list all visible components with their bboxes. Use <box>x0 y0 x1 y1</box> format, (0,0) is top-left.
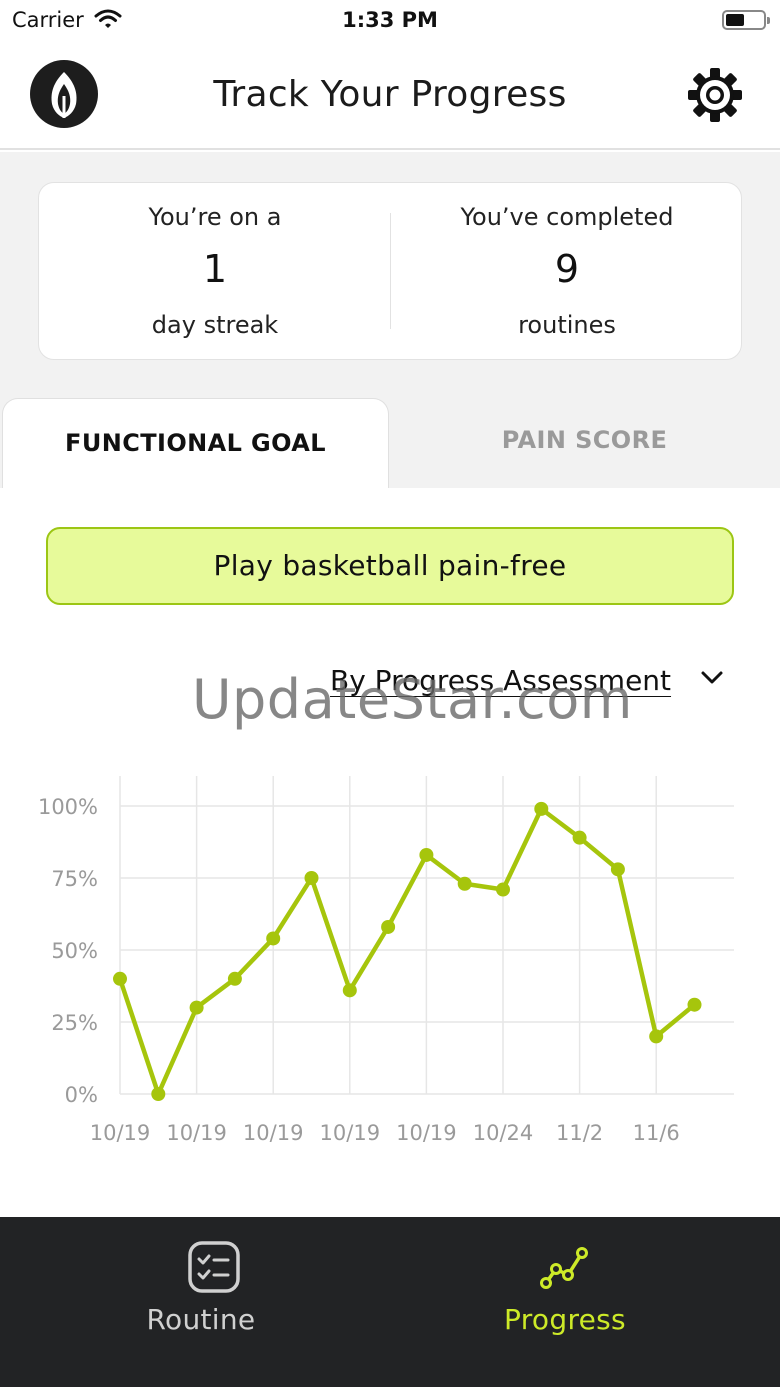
data-point <box>649 1029 664 1044</box>
page-title: Track Your Progress <box>213 74 567 115</box>
completed-suffix: routines <box>518 311 616 339</box>
data-point <box>419 847 434 862</box>
data-point <box>227 971 242 986</box>
completed-stat: You’ve completed 9 routines <box>391 183 743 361</box>
data-point <box>113 971 127 986</box>
data-point <box>457 876 472 891</box>
data-point <box>534 801 549 816</box>
y-tick-label: 100% <box>38 795 98 819</box>
tab-functional-goal[interactable]: FUNCTIONAL GOAL <box>2 398 389 488</box>
data-point <box>266 931 281 946</box>
data-point <box>151 1087 166 1101</box>
streak-prefix: You’re on a <box>148 203 282 231</box>
checklist-icon <box>188 1241 240 1293</box>
data-point <box>189 1000 204 1015</box>
status-bar: Carrier 1:33 PM <box>0 0 780 44</box>
completed-count: 9 <box>554 247 580 291</box>
progress-chart-icon <box>540 1247 588 1289</box>
functional-goal-panel: Play basketball pain-free By Progress As… <box>0 488 780 1217</box>
x-tick-label: 11/6 <box>633 1121 680 1145</box>
streak-count: 1 <box>202 247 228 291</box>
x-tick-label: 10/19 <box>166 1121 227 1145</box>
streak-stat: You’re on a 1 day streak <box>39 183 391 361</box>
nav-routine-label: Routine <box>146 1303 256 1336</box>
y-tick-label: 50% <box>51 939 98 963</box>
progress-summary-section: You’re on a 1 day streak You’ve complete… <box>0 152 780 488</box>
y-tick-label: 25% <box>51 1011 98 1035</box>
data-point <box>610 862 625 877</box>
data-point <box>342 983 357 998</box>
nav-progress-label: Progress <box>504 1303 626 1336</box>
clock: 1:33 PM <box>342 8 438 32</box>
nav-progress[interactable]: Progress <box>370 1217 760 1387</box>
bottom-tab-bar: Routine Progress <box>0 1217 780 1387</box>
nav-routine[interactable]: Routine <box>18 1217 408 1387</box>
series-line <box>117 806 697 1097</box>
x-tick-label: 10/19 <box>320 1121 381 1145</box>
app-header: Track Your Progress <box>0 44 780 150</box>
data-point <box>572 830 587 845</box>
completed-prefix: You’ve completed <box>460 203 674 231</box>
data-point <box>687 997 702 1012</box>
settings-gear-icon[interactable] <box>686 66 744 124</box>
x-tick-label: 10/24 <box>473 1121 534 1145</box>
data-point <box>304 871 319 885</box>
data-point <box>381 919 396 934</box>
x-tick-label: 10/19 <box>90 1121 151 1145</box>
x-tick-label: 11/2 <box>556 1121 603 1145</box>
battery-icon <box>722 10 770 30</box>
y-tick-label: 0% <box>65 1083 98 1107</box>
y-tick-label: 75% <box>51 867 98 891</box>
streak-suffix: day streak <box>151 311 279 339</box>
x-tick-label: 10/19 <box>396 1121 457 1145</box>
tab-pain-score[interactable]: PAIN SCORE <box>389 398 780 488</box>
x-tick-label: 10/19 <box>243 1121 304 1145</box>
data-point <box>496 882 510 897</box>
progress-line-chart: 100% 75% 50% 25% 0% 10/19 10/19 10/19 10/19 10/19… <box>38 776 734 1145</box>
stats-card: You’re on a 1 day streak You’ve complete… <box>38 182 742 360</box>
